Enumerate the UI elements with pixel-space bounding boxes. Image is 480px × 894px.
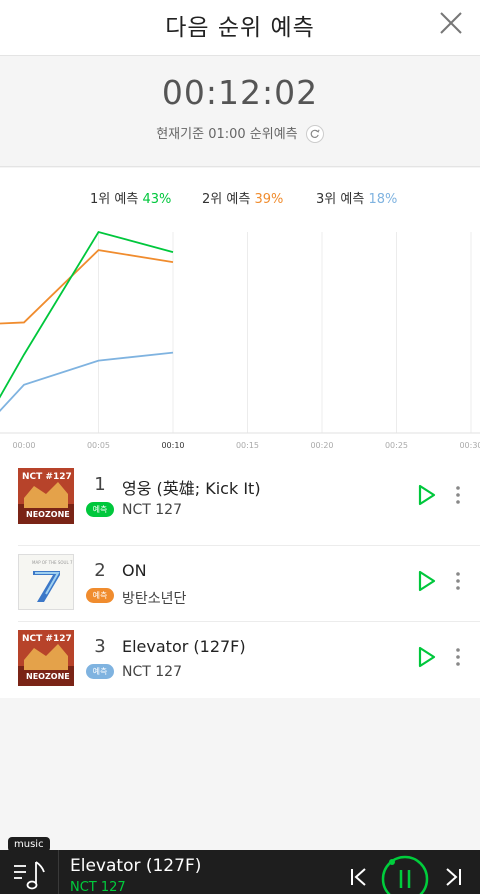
x-tick-label: 00:15 [236,441,259,450]
svg-text:NCT #127: NCT #127 [22,472,72,482]
rank-number: 2 [94,560,106,581]
prediction-line-chart: 00:00 00:05 00:10 00:15 00:20 00:25 00:30 [0,230,480,450]
x-tick-label: 00:00 [12,441,35,450]
refresh-icon [310,129,320,138]
refresh-button[interactable] [305,124,324,143]
play-icon[interactable] [416,482,438,508]
song-row-2[interactable]: MAP OF THE SOUL 7 2 예측 ON 방탄소년단 [0,544,480,620]
play-icon[interactable] [416,568,438,594]
play-icon[interactable] [416,644,438,670]
pause-icon[interactable] [380,854,430,894]
mini-player[interactable]: Elevator (127F) NCT 127 [0,850,480,894]
app-root: 다음 순위 예측 00:12:02 현재기준 01:00 순위예측 1위 예측 … [0,0,480,894]
prediction-badge: 예측 [86,588,114,603]
x-tick-label: 00:25 [385,441,408,450]
song-title: ON [122,561,147,580]
timer-subtitle-text: 현재기준 01:00 순위예측 [156,127,298,142]
song-title: 영웅 (英雄; Kick It) [122,479,261,498]
close-icon[interactable] [438,10,464,36]
header: 다음 순위 예측 [0,0,480,56]
series-line-2위 [0,249,174,325]
timer-panel: 00:12:02 현재기준 01:00 순위예측 [0,57,480,167]
song-title: Elevator (127F) [122,637,246,656]
prediction-chart-panel: 1위 예측 43% 2위 예측 39% 3위 예측 18% 00:00 00:05… [0,168,480,458]
player-tag: music [8,837,50,852]
song-artist: NCT 127 [122,502,182,518]
x-tick-label: 00:30 [459,441,480,450]
more-icon[interactable] [452,570,464,592]
album-cover: NCT #127 NEOZONE [18,468,74,524]
song-row-3[interactable]: NCT #127 NEOZONE 3 예측 Elevator (127F) NC… [0,620,480,696]
song-row-1[interactable]: NCT #127 NEOZONE 1 예측 영웅 (英雄; Kick It) N… [0,458,480,534]
series-line-3위 [0,351,174,412]
playlist-icon[interactable] [10,854,50,894]
rank-number: 1 [94,474,106,495]
x-tick-label: 00:05 [87,441,110,450]
svg-text:NCT #127: NCT #127 [22,634,72,644]
now-playing-title: Elevator (127F) [70,856,202,876]
svg-text:NEOZONE: NEOZONE [26,510,70,519]
prediction-badge: 예측 [86,502,114,517]
svg-text:MAP OF THE SOUL 7: MAP OF THE SOUL 7 [32,560,73,565]
song-artist: NCT 127 [122,664,182,680]
previous-icon[interactable] [348,866,370,888]
countdown-timer: 00:12:02 [161,73,319,112]
x-tick-label: 00:10 [161,441,184,450]
timer-subtitle: 현재기준 01:00 순위예측 [0,123,480,144]
svg-text:NEOZONE: NEOZONE [26,672,70,681]
page-title: 다음 순위 예측 [165,15,315,41]
now-playing-artist: NCT 127 [70,880,126,894]
prediction-song-list: NCT #127 NEOZONE 1 예측 영웅 (英雄; Kick It) N… [0,458,480,698]
more-icon[interactable] [452,484,464,506]
prediction-badge: 예측 [86,664,114,679]
song-artist: 방탄소년단 [122,591,187,607]
album-cover: MAP OF THE SOUL 7 [18,554,74,610]
more-icon[interactable] [452,646,464,668]
album-cover: NCT #127 NEOZONE [18,630,74,686]
player-divider [58,850,59,894]
rank-number: 3 [94,636,106,657]
next-icon[interactable] [442,866,464,888]
x-tick-label: 00:20 [310,441,333,450]
